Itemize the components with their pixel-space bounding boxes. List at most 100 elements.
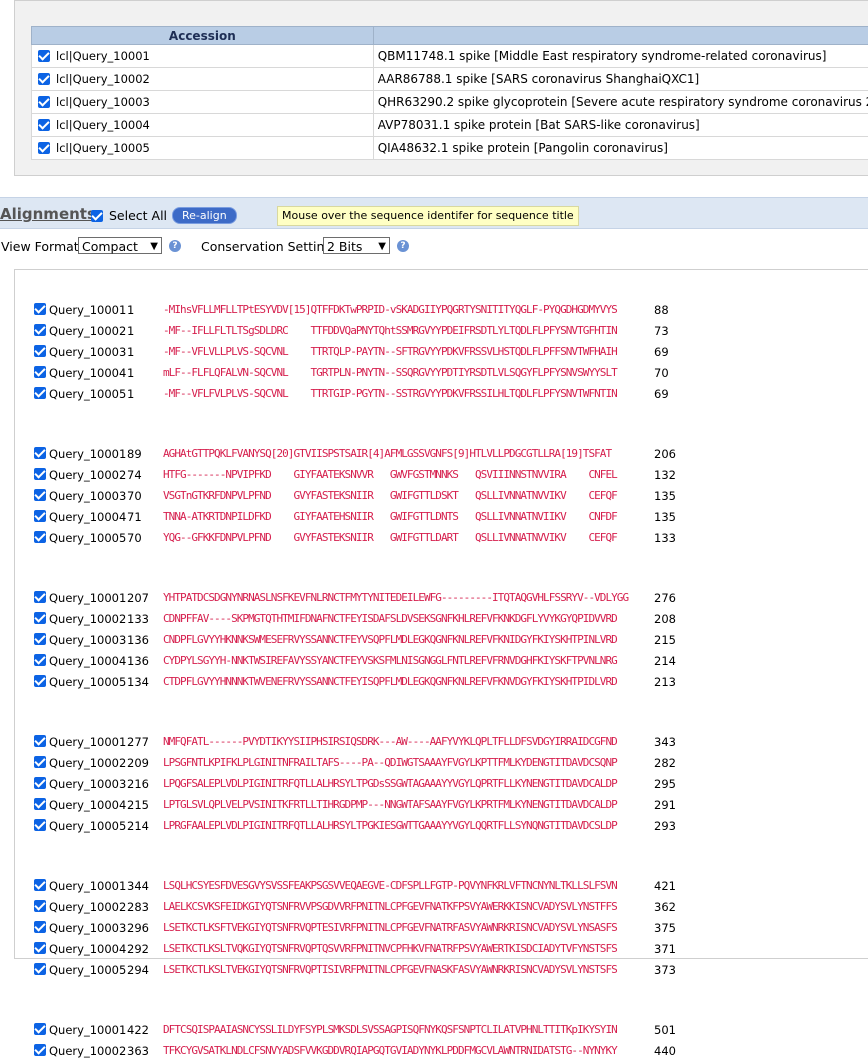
- conservation-select[interactable]: 2 Bits ▼: [323, 237, 390, 254]
- sequence-residues: TFKCYGVSATKLNDLCFSNVYADSFVVKGDDVRQIAPGQT…: [163, 1041, 617, 1061]
- sequence-residues: CNDPFLGVYYHKNNKSWMESEFRVYSSANNCTFEYVSQPF…: [163, 630, 617, 650]
- select-all-control[interactable]: Select All: [91, 208, 167, 223]
- sequence-identifier[interactable]: Query_10001: [49, 300, 126, 320]
- sequence-identifier[interactable]: Query_10005: [49, 960, 126, 980]
- sequence-checkbox[interactable]: [34, 921, 46, 933]
- sequence-start: 294: [127, 960, 149, 980]
- sequence-identifier[interactable]: Query_10003: [49, 918, 126, 938]
- sequence-checkbox[interactable]: [34, 1023, 46, 1035]
- sequence-start: 1: [127, 384, 134, 404]
- sequence-identifier[interactable]: Query_10001: [49, 588, 126, 608]
- alignment-row: Query_100051-MF--VFLFVLPLVS-SQCVNL TTRTG…: [34, 384, 49, 404]
- sequence-identifier[interactable]: Query_10002: [49, 465, 126, 485]
- sequence-checkbox[interactable]: [34, 531, 46, 543]
- sequence-checkbox[interactable]: [34, 345, 46, 357]
- alignment-panel: Query_100011-MIhsVFLLMFLLTPtESYVDV[15]QT…: [14, 269, 868, 959]
- sequence-checkbox[interactable]: [34, 735, 46, 747]
- select-all-checkbox[interactable]: [91, 210, 103, 222]
- sequence-residues: LSETKCTLKSLTVQKGIYQTSNFRVQPTQSVVRFPNITNV…: [163, 939, 617, 959]
- sequence-residues: HTFG-------NPVIPFKD GIYFAATEKSNVVR GWVFG…: [163, 465, 617, 485]
- accession-id-cell: lcl|Query_10004: [32, 114, 374, 137]
- accession-checkbox[interactable]: [38, 119, 50, 131]
- sequence-checkbox[interactable]: [34, 900, 46, 912]
- accession-checkbox[interactable]: [38, 96, 50, 108]
- sequence-identifier[interactable]: Query_10004: [49, 507, 126, 527]
- sequence-checkbox[interactable]: [34, 591, 46, 603]
- sequence-checkbox[interactable]: [34, 819, 46, 831]
- sequence-start: 133: [127, 609, 149, 629]
- sequence-end: 373: [654, 960, 676, 980]
- sequence-residues: NMFQFATL------PVYDTIKYYSIIPHSIRSIQSDRK--…: [163, 732, 617, 752]
- sequence-checkbox[interactable]: [34, 633, 46, 645]
- accession-checkbox[interactable]: [38, 73, 50, 85]
- sequence-identifier[interactable]: Query_10003: [49, 630, 126, 650]
- accession-description: AVP78031.1 spike protein [Bat SARS-like …: [373, 114, 868, 137]
- sequence-residues: LPSGFNTLKPIFKLPLGINITNFRAILTAFS----PA--Q…: [163, 753, 617, 773]
- sequence-start: 70: [127, 528, 142, 548]
- sequence-residues: TNNA-ATKRTDNPILDFKD GIYFAATEHSNIIR GWIFG…: [163, 507, 617, 527]
- sequence-identifier[interactable]: Query_10002: [49, 1041, 126, 1061]
- sequence-checkbox[interactable]: [34, 756, 46, 768]
- sequence-start: 74: [127, 465, 142, 485]
- sequence-checkbox[interactable]: [34, 447, 46, 459]
- sequence-start: 363: [127, 1041, 149, 1061]
- sequence-identifier[interactable]: Query_10004: [49, 939, 126, 959]
- accession-checkbox[interactable]: [38, 50, 50, 62]
- sequence-checkbox[interactable]: [34, 675, 46, 687]
- sequence-residues: YQG--GFKKFDNPVLPFND GVYFASTEKSNIIR GWIFG…: [163, 528, 617, 548]
- alignment-row: Query_10004136CYDPYLSGYYH-NNKTWSIREFAVYS…: [34, 651, 49, 671]
- sequence-end: 69: [654, 342, 669, 362]
- realign-button[interactable]: Re-align: [172, 207, 237, 224]
- sequence-identifier[interactable]: Query_10005: [49, 528, 126, 548]
- alignment-row: Query_10001207YHTPATDCSDGNYNRNASLNSFKEVF…: [34, 588, 49, 608]
- accession-header[interactable]: Accession: [32, 27, 374, 45]
- sequence-identifier[interactable]: Query_10004: [49, 795, 126, 815]
- sequence-identifier[interactable]: Query_10005: [49, 816, 126, 836]
- view-format-help-icon[interactable]: ?: [169, 240, 181, 252]
- sequence-identifier[interactable]: Query_10002: [49, 609, 126, 629]
- sequence-identifier[interactable]: Query_10003: [49, 486, 126, 506]
- alignment-row: Query_100031-MF--VFLVLLPLVS-SQCVNL TTRTQ…: [34, 342, 49, 362]
- sequence-identifier[interactable]: Query_10002: [49, 753, 126, 773]
- sequence-end: 132: [654, 465, 676, 485]
- sequence-identifier[interactable]: Query_10002: [49, 897, 126, 917]
- alignment-row: Query_10005294LSETKCTLKSLTVEKGIYQTSNFRVQ…: [34, 960, 49, 980]
- accession-row: lcl|Query_10003QHR63290.2 spike glycopro…: [32, 91, 868, 114]
- sequence-identifier[interactable]: Query_10001: [49, 732, 126, 752]
- sequence-checkbox[interactable]: [34, 489, 46, 501]
- sequence-checkbox[interactable]: [34, 879, 46, 891]
- sequence-identifier[interactable]: Query_10003: [49, 774, 126, 794]
- sequence-identifier[interactable]: Query_10004: [49, 651, 126, 671]
- alignment-row: Query_10004292LSETKCTLKSLTVQKGIYQTSNFRVQ…: [34, 939, 49, 959]
- sequence-checkbox[interactable]: [34, 654, 46, 666]
- sequence-identifier[interactable]: Query_10005: [49, 672, 126, 692]
- sequence-checkbox[interactable]: [34, 798, 46, 810]
- sequence-identifier[interactable]: Query_10005: [49, 384, 126, 404]
- sequence-checkbox[interactable]: [34, 777, 46, 789]
- sequence-identifier[interactable]: Query_10001: [49, 444, 126, 464]
- sequence-checkbox[interactable]: [34, 612, 46, 624]
- sequence-checkbox[interactable]: [34, 387, 46, 399]
- sequence-checkbox[interactable]: [34, 303, 46, 315]
- sequence-identifier[interactable]: Query_10004: [49, 363, 126, 383]
- sequence-checkbox[interactable]: [34, 324, 46, 336]
- sequence-checkbox[interactable]: [34, 468, 46, 480]
- alignment-row: Query_100011-MIhsVFLLMFLLTPtESYVDV[15]QT…: [34, 300, 49, 320]
- alignments-title[interactable]: Alignments: [0, 205, 96, 223]
- sequence-identifier[interactable]: Query_10002: [49, 321, 126, 341]
- sequence-identifier[interactable]: Query_10001: [49, 876, 126, 896]
- alignment-row: Query_10002363TFKCYGVSATKLNDLCFSNVYADSFV…: [34, 1041, 49, 1061]
- sequence-checkbox[interactable]: [34, 366, 46, 378]
- description-header: [373, 27, 868, 45]
- sequence-checkbox[interactable]: [34, 510, 46, 522]
- sequence-end: 276: [654, 588, 676, 608]
- sequence-checkbox[interactable]: [34, 942, 46, 954]
- accession-checkbox[interactable]: [38, 142, 50, 154]
- sequence-checkbox[interactable]: [34, 1044, 46, 1056]
- sequence-identifier[interactable]: Query_10001: [49, 1020, 126, 1040]
- view-format-select[interactable]: Compact ▼: [78, 237, 162, 254]
- sequence-checkbox[interactable]: [34, 963, 46, 975]
- conservation-help-icon[interactable]: ?: [397, 240, 409, 252]
- sequence-end: 208: [654, 609, 676, 629]
- sequence-identifier[interactable]: Query_10003: [49, 342, 126, 362]
